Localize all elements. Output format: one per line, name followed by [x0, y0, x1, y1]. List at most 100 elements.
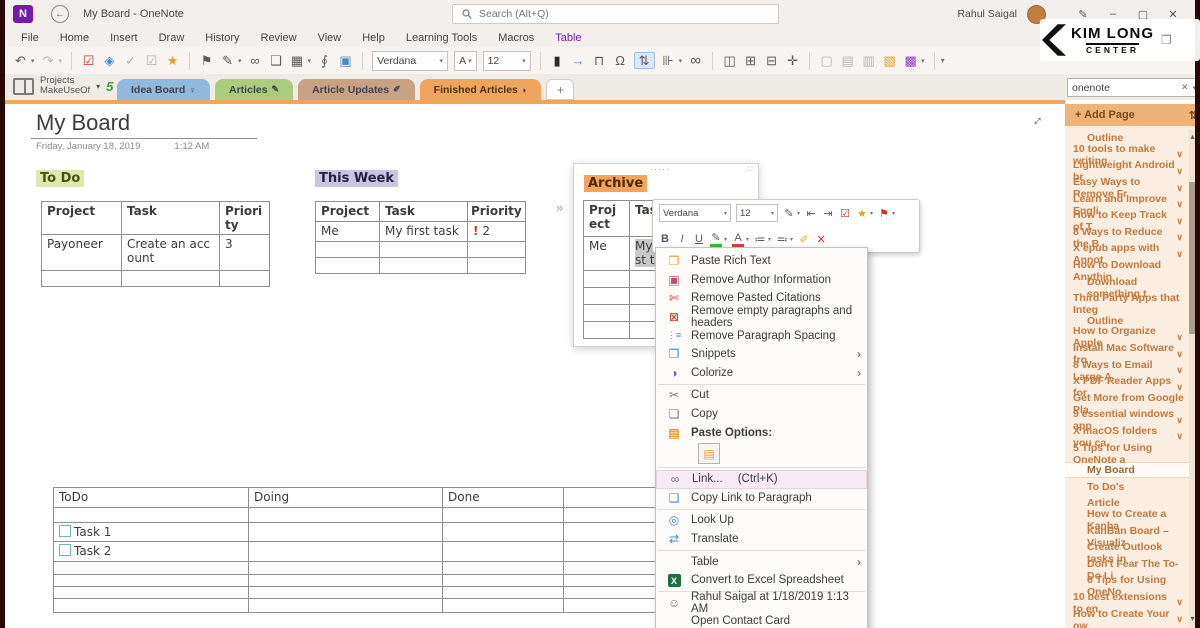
- col-header[interactable]: Project: [316, 202, 380, 222]
- app-caret-icon[interactable]: ▾: [921, 57, 925, 65]
- insert-picture-icon[interactable]: ▣: [338, 54, 353, 67]
- cell[interactable]: [443, 587, 564, 599]
- menu-view[interactable]: View: [318, 32, 342, 44]
- screenshot-icon[interactable]: ▢: [819, 54, 834, 67]
- col-header[interactable]: Priority: [220, 202, 270, 235]
- toolbar-overflow-icon[interactable]: ▾: [941, 56, 945, 65]
- cell[interactable]: Create an account: [122, 235, 220, 271]
- cell[interactable]: [584, 305, 630, 322]
- cell[interactable]: [249, 562, 443, 575]
- levels-caret-icon[interactable]: ▾: [679, 57, 683, 65]
- brush-icon[interactable]: ✐: [798, 233, 810, 246]
- task-label[interactable]: Task 1: [74, 525, 111, 539]
- menu-item-table[interactable]: Table›: [656, 552, 867, 571]
- cell[interactable]: [443, 523, 564, 542]
- menu-history[interactable]: History: [205, 32, 239, 44]
- bullet-list-icon[interactable]: ≔: [754, 233, 766, 246]
- this-week-heading[interactable]: This Week: [315, 170, 398, 187]
- cell[interactable]: [468, 258, 526, 274]
- new-docked-window-icon[interactable]: ⊟: [764, 54, 779, 67]
- this-week-table[interactable]: Project Task Priority Me My first task !…: [315, 201, 526, 274]
- attach-file-icon[interactable]: ∮: [317, 54, 332, 67]
- todo-tag-icon[interactable]: ☑: [81, 54, 96, 67]
- cell[interactable]: [54, 508, 249, 523]
- undo-caret-icon[interactable]: ▾: [31, 57, 35, 65]
- sticky-note-icon[interactable]: ▤: [840, 54, 855, 67]
- heading-levels-icon[interactable]: ⊪: [661, 54, 676, 67]
- cell[interactable]: [220, 271, 270, 287]
- chevron-down-icon[interactable]: ∨: [1176, 216, 1183, 227]
- redo-icon[interactable]: ↷: [41, 54, 56, 67]
- add-page-button[interactable]: + Add Page ⇅: [1065, 104, 1200, 126]
- cell[interactable]: [249, 542, 443, 562]
- cell[interactable]: Task 2: [54, 542, 249, 562]
- mini-font-select[interactable]: Verdana▾: [659, 204, 731, 222]
- reminder-bell-icon[interactable]: Ω: [613, 54, 628, 67]
- todo-table[interactable]: Project Task Priority Payoneer Create an…: [41, 201, 270, 287]
- purple-app-icon[interactable]: ▩: [903, 54, 918, 67]
- link-icon[interactable]: ∞: [248, 54, 263, 67]
- cell[interactable]: Me: [584, 237, 630, 271]
- cell[interactable]: [249, 575, 443, 587]
- bold-button[interactable]: B: [659, 233, 671, 245]
- notebook-selector[interactable]: ProjectsMakeUseOf ▾ 5: [13, 76, 113, 97]
- panorama-icon[interactable]: ⊓: [592, 54, 607, 67]
- cell[interactable]: [584, 271, 630, 288]
- page-item[interactable]: Third Party Apps that Integ: [1065, 296, 1189, 313]
- menu-insert[interactable]: Insert: [110, 32, 138, 44]
- cell[interactable]: [54, 587, 249, 599]
- redo-caret-icon[interactable]: ▾: [59, 57, 63, 65]
- page-title[interactable]: My Board: [36, 110, 130, 136]
- font-size-select[interactable]: 12▾: [483, 51, 531, 71]
- expand-icon[interactable]: ↕: [1030, 112, 1046, 128]
- chevron-down-icon[interactable]: ∨: [1176, 614, 1183, 625]
- cell[interactable]: [54, 599, 249, 613]
- grow-font-button[interactable]: A▾: [454, 51, 477, 71]
- chevron-down-icon[interactable]: ∨: [1176, 597, 1183, 608]
- mini-size-select[interactable]: 12▾: [736, 204, 778, 222]
- menu-item-translate[interactable]: ⇄Translate: [656, 530, 867, 549]
- menu-item-remove-empty-paragraphs[interactable]: ⊠Remove empty paragraphs and headers: [656, 308, 867, 327]
- clear-search-icon[interactable]: ✕: [1181, 82, 1189, 93]
- cell[interactable]: [316, 258, 380, 274]
- col-header[interactable]: Task: [122, 202, 220, 235]
- chevron-down-icon[interactable]: ∨: [1176, 166, 1183, 177]
- paste-keep-formatting-button[interactable]: ▤: [698, 443, 720, 464]
- infinity-icon[interactable]: ∞: [688, 53, 703, 68]
- cell[interactable]: [443, 599, 564, 613]
- cell[interactable]: [249, 523, 443, 542]
- new-window-icon[interactable]: ⊞: [743, 54, 758, 67]
- cell[interactable]: [249, 587, 443, 599]
- menu-item-look-up[interactable]: ◎Look Up: [656, 511, 867, 530]
- cell[interactable]: [443, 542, 564, 562]
- menu-item-convert-to-excel[interactable]: XConvert to Excel Spreadsheet: [656, 571, 867, 590]
- bookmark-icon[interactable]: ▮: [550, 54, 565, 67]
- menu-file[interactable]: File: [21, 32, 39, 44]
- tab-article-updates[interactable]: Article Updates ✐: [298, 79, 415, 100]
- decrease-indent-icon[interactable]: ⇤: [805, 207, 817, 220]
- back-button[interactable]: ←: [51, 5, 69, 23]
- cell[interactable]: [443, 562, 564, 575]
- col-header[interactable]: Priority: [468, 202, 526, 222]
- drag-handle-icon[interactable]: ·····: [650, 164, 670, 174]
- highlighter-icon[interactable]: ✎: [710, 231, 722, 247]
- menu-item-colorize[interactable]: ◑Colorize›: [656, 364, 867, 383]
- tab-finished-articles[interactable]: Finished Articles ◗: [420, 79, 542, 100]
- done-tag-icon[interactable]: ✓: [123, 54, 138, 67]
- table-caret-icon[interactable]: ▾: [308, 57, 312, 65]
- arrange-icon[interactable]: ⇅: [634, 52, 655, 69]
- archive-heading[interactable]: Archive: [584, 175, 647, 192]
- kanban-table[interactable]: ToDo Doing Done Task 1 Task 2: [53, 487, 671, 613]
- cell[interactable]: 3: [220, 235, 270, 271]
- cell[interactable]: My first task: [380, 222, 468, 242]
- format-painter-icon[interactable]: ✎: [220, 54, 235, 67]
- menu-macros[interactable]: Macros: [498, 32, 534, 44]
- task-checkbox[interactable]: [59, 525, 71, 537]
- menu-item-remove-author-information[interactable]: ▣Remove Author Information: [656, 271, 867, 290]
- chevron-down-icon[interactable]: ∨: [1176, 149, 1183, 160]
- cell[interactable]: [42, 271, 122, 287]
- menu-item-paste-rich-text[interactable]: ❒Paste Rich Text: [656, 252, 867, 271]
- cell[interactable]: [249, 508, 443, 523]
- col-header[interactable]: Project: [42, 202, 122, 235]
- cell[interactable]: [443, 575, 564, 587]
